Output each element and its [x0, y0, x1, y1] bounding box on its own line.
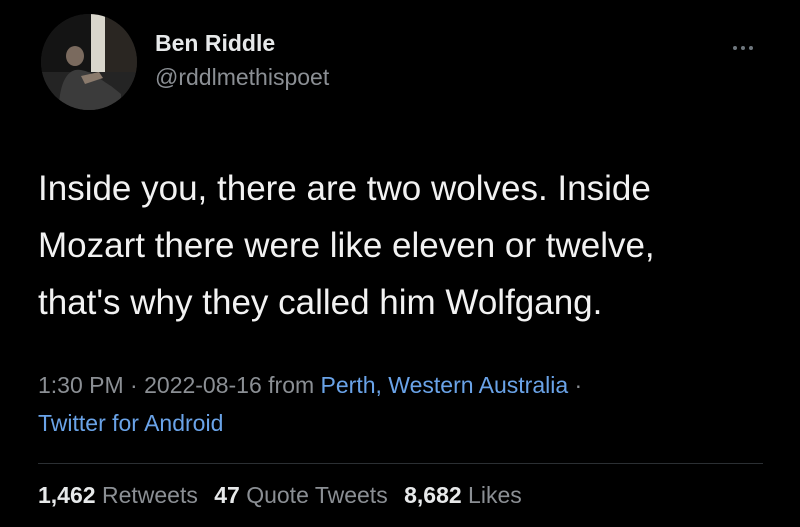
more-options-icon[interactable]	[722, 38, 764, 58]
author-name[interactable]: Ben Riddle	[155, 30, 275, 57]
retweets-label: Retweets	[101, 482, 198, 508]
quote-tweets-label: Quote Tweets	[246, 482, 388, 508]
retweets-stat[interactable]: 1,462 Retweets	[38, 482, 198, 508]
more-dot	[733, 46, 737, 50]
meta-separator: ·	[568, 372, 583, 398]
likes-stat[interactable]: 8,682 Likes	[404, 482, 522, 508]
author-handle[interactable]: @rddlmethispoet	[155, 64, 329, 91]
tweet-text: Inside you, there are two wolves. Inside…	[38, 169, 655, 322]
engagement-stats: 1,462 Retweets 47 Quote Tweets 8,682 Lik…	[38, 482, 532, 509]
likes-label: Likes	[468, 482, 522, 508]
avatar-photo-icon	[41, 14, 137, 110]
from-label: from	[261, 372, 321, 398]
retweets-count: 1,462	[38, 482, 96, 508]
quote-tweets-stat[interactable]: 47 Quote Tweets	[214, 482, 387, 508]
more-dot	[749, 46, 753, 50]
quote-tweets-count: 47	[214, 482, 240, 508]
divider	[38, 463, 763, 464]
likes-count: 8,682	[404, 482, 462, 508]
tweet-date[interactable]: 2022-08-16	[144, 372, 262, 398]
meta-separator: ·	[123, 372, 145, 398]
tweet-time[interactable]: 1:30 PM	[38, 372, 124, 398]
location-link[interactable]: Perth, Western Australia	[321, 372, 569, 398]
tweet-meta: 1:30 PM · 2022-08-16 from Perth, Western…	[38, 366, 778, 442]
more-dot	[741, 46, 745, 50]
avatar[interactable]	[41, 14, 137, 110]
source-link[interactable]: Twitter for Android	[38, 410, 223, 436]
